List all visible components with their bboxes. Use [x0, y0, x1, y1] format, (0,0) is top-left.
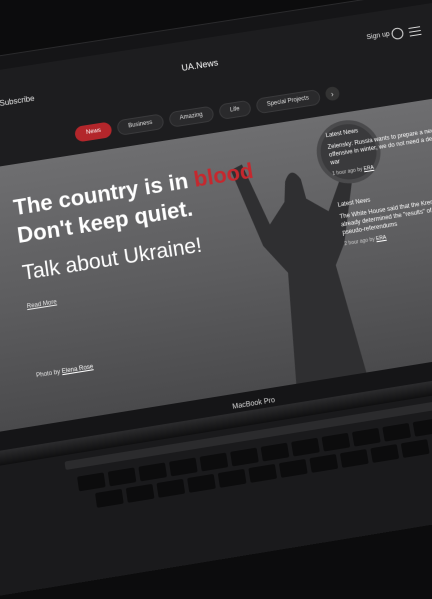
key — [400, 439, 430, 458]
key — [339, 448, 369, 468]
key — [412, 417, 432, 437]
news-source[interactable]: ERA — [376, 235, 387, 243]
photo-credit-author[interactable]: Elena Rose — [62, 364, 94, 375]
key — [156, 478, 186, 498]
key — [168, 457, 198, 477]
key — [291, 437, 320, 457]
key — [217, 468, 247, 488]
key — [230, 447, 259, 467]
website-screen: Subscribe UA.News Sign up News Business … — [0, 0, 432, 435]
key — [125, 483, 155, 503]
tab-amazing[interactable]: Amazing — [167, 105, 215, 128]
key — [95, 488, 124, 508]
tab-special-projects[interactable]: Special Projects — [254, 88, 321, 115]
key — [370, 444, 400, 463]
key — [351, 427, 381, 447]
key — [138, 462, 168, 482]
tab-business[interactable]: Business — [116, 113, 165, 136]
key — [382, 422, 412, 442]
screen-bezel: Subscribe UA.News Sign up News Business … — [0, 0, 432, 458]
key — [278, 458, 308, 478]
key — [309, 453, 339, 473]
news-source[interactable]: ERA — [363, 165, 374, 172]
key — [321, 432, 351, 452]
tab-news[interactable]: News — [74, 121, 113, 143]
key — [187, 473, 216, 493]
news-by: by — [356, 166, 363, 174]
news-card[interactable]: Latest News The White House said that th… — [337, 184, 432, 248]
news-time: 1 hour ago — [331, 167, 357, 178]
key — [77, 472, 106, 492]
chevron-right-icon[interactable]: › — [324, 85, 341, 102]
laptop: Subscribe UA.News Sign up News Business … — [0, 0, 432, 598]
menu-icon[interactable] — [408, 26, 422, 39]
photo-credit: Photo by Elena Rose — [36, 364, 94, 379]
news-time: 2 hour ago — [343, 237, 369, 248]
key — [107, 467, 137, 487]
key — [260, 442, 290, 462]
key — [199, 452, 229, 472]
photo-credit-prefix: Photo by — [35, 369, 61, 380]
read-more-link[interactable]: Read More — [27, 299, 58, 310]
key — [248, 463, 278, 483]
news-by: by — [369, 236, 376, 244]
tab-life[interactable]: Life — [218, 99, 252, 121]
